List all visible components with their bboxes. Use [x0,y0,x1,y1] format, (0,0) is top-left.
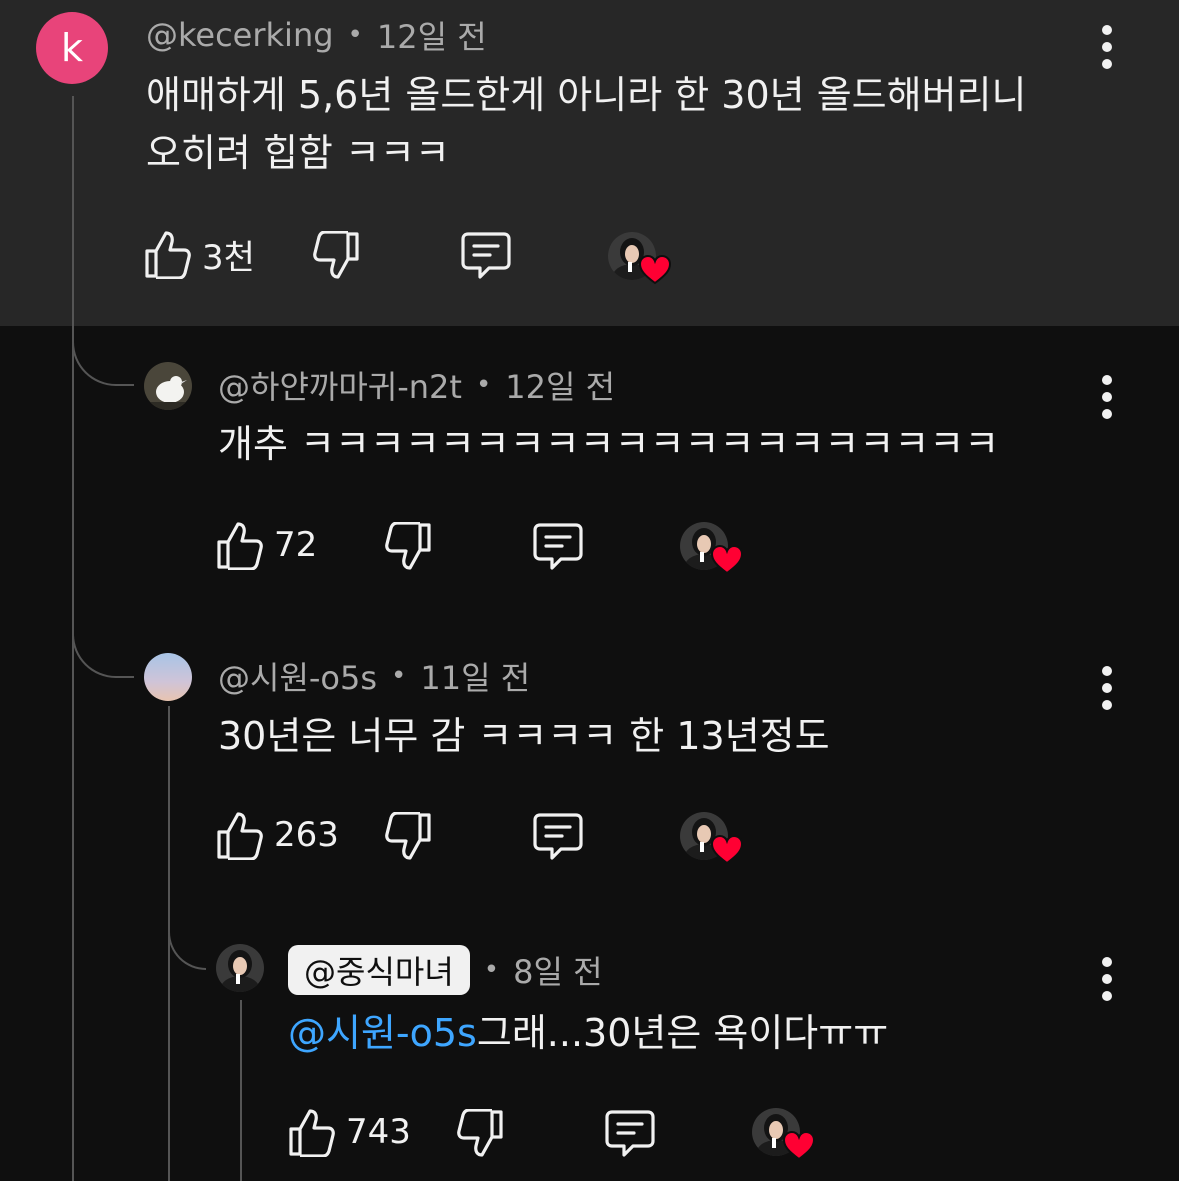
comment-icon [605,1110,655,1157]
comment-text-line: 오히려 힙함 ㅋㅋㅋ [146,131,450,175]
dislike-button[interactable] [456,1108,504,1160]
thumb-up-icon [217,812,263,860]
comment-icon [461,232,511,279]
more-vert-icon[interactable] [1087,949,1127,1009]
creator-heart-icon [710,544,744,575]
avatar[interactable]: k [36,12,108,84]
thumb-down-icon [385,812,431,860]
creator-heart [608,232,672,292]
creator-heart [680,812,744,872]
comment-author[interactable]: @kecerking [146,16,334,54]
comment-time[interactable]: 12일 전 [505,362,615,408]
comment-meta: @중식마녀 • 8일 전 [288,944,603,996]
creator-heart-icon [782,1130,816,1161]
dislike-button[interactable] [312,230,360,282]
thumb-up-icon [145,231,191,279]
comment-icon [533,523,583,570]
comment-text-body: 그래...30년은 욕이다ㅠㅠ [476,1011,889,1055]
avatar-letter: k [60,26,83,70]
comment-meta: @시원-o5s • 11일 전 [218,653,530,699]
thumb-up-icon [217,522,263,570]
comment-meta: @하얀까마귀-n2t • 12일 전 [218,362,615,408]
comment-text: 애매하게 5,6년 올드한게 아니라 한 30년 올드해버리니 오히려 힙함 ㅋ… [146,66,1026,182]
like-button[interactable]: 743 [288,1106,411,1158]
mention-link[interactable]: @시원-o5s [288,1011,477,1055]
separator-dot: • [391,661,407,691]
creator-heart-icon [710,834,744,865]
comment-time[interactable]: 12일 전 [377,12,487,58]
creator-heart [680,522,744,582]
like-count: 3천 [202,237,255,278]
thread-line [240,1000,242,1181]
comment-text: 개추 ㅋㅋㅋㅋㅋㅋㅋㅋㅋㅋㅋㅋㅋㅋㅋㅋㅋㅋㅋㅋ [218,422,1000,466]
avatar[interactable] [144,362,192,410]
like-count: 743 [346,1112,411,1152]
comment-author[interactable]: @하얀까마귀-n2t [218,362,462,408]
thumb-down-icon [457,1109,503,1157]
comment-icon [533,813,583,860]
comment-text-line: 애매하게 5,6년 올드한게 아니라 한 30년 올드해버리니 [146,73,1027,117]
more-vert-icon[interactable] [1087,658,1127,718]
thread-connector [72,326,134,386]
reply-button[interactable] [604,1108,656,1160]
dislike-button[interactable] [384,521,432,573]
comment-text: @시원-o5s그래...30년은 욕이다ㅠㅠ [288,1004,888,1062]
thread-connector [168,910,206,970]
comment-author[interactable]: @시원-o5s [218,653,377,699]
comment-time[interactable]: 11일 전 [420,653,530,699]
thumb-up-icon [289,1109,335,1157]
avatar[interactable] [216,944,264,992]
comment-meta: @kecerking • 12일 전 [146,12,487,58]
separator-dot: • [475,370,492,400]
more-vert-icon[interactable] [1087,17,1127,77]
reply-button[interactable] [532,521,584,573]
reply-button[interactable] [460,230,512,282]
like-button[interactable]: 72 [216,519,317,571]
separator-dot: • [347,20,363,50]
reply-button[interactable] [532,811,584,863]
dislike-button[interactable] [384,811,432,863]
more-vert-icon[interactable] [1087,367,1127,427]
creator-heart [752,1108,816,1168]
creator-badge[interactable]: @중식마녀 [288,945,470,995]
creator-heart-icon [638,254,672,285]
comment-text: 30년은 너무 감 ㅋㅋㅋㅋ 한 13년정도 [218,714,830,758]
separator-dot: • [483,955,500,985]
comment-time[interactable]: 8일 전 [513,947,602,993]
thumb-down-icon [313,231,359,279]
avatar[interactable] [144,653,192,701]
like-button[interactable]: 263 [216,809,339,861]
thread-connector [72,620,134,678]
like-count: 72 [274,525,318,565]
like-count: 263 [274,815,339,855]
like-button[interactable]: 3천 [144,228,255,280]
thumb-down-icon [385,522,431,570]
